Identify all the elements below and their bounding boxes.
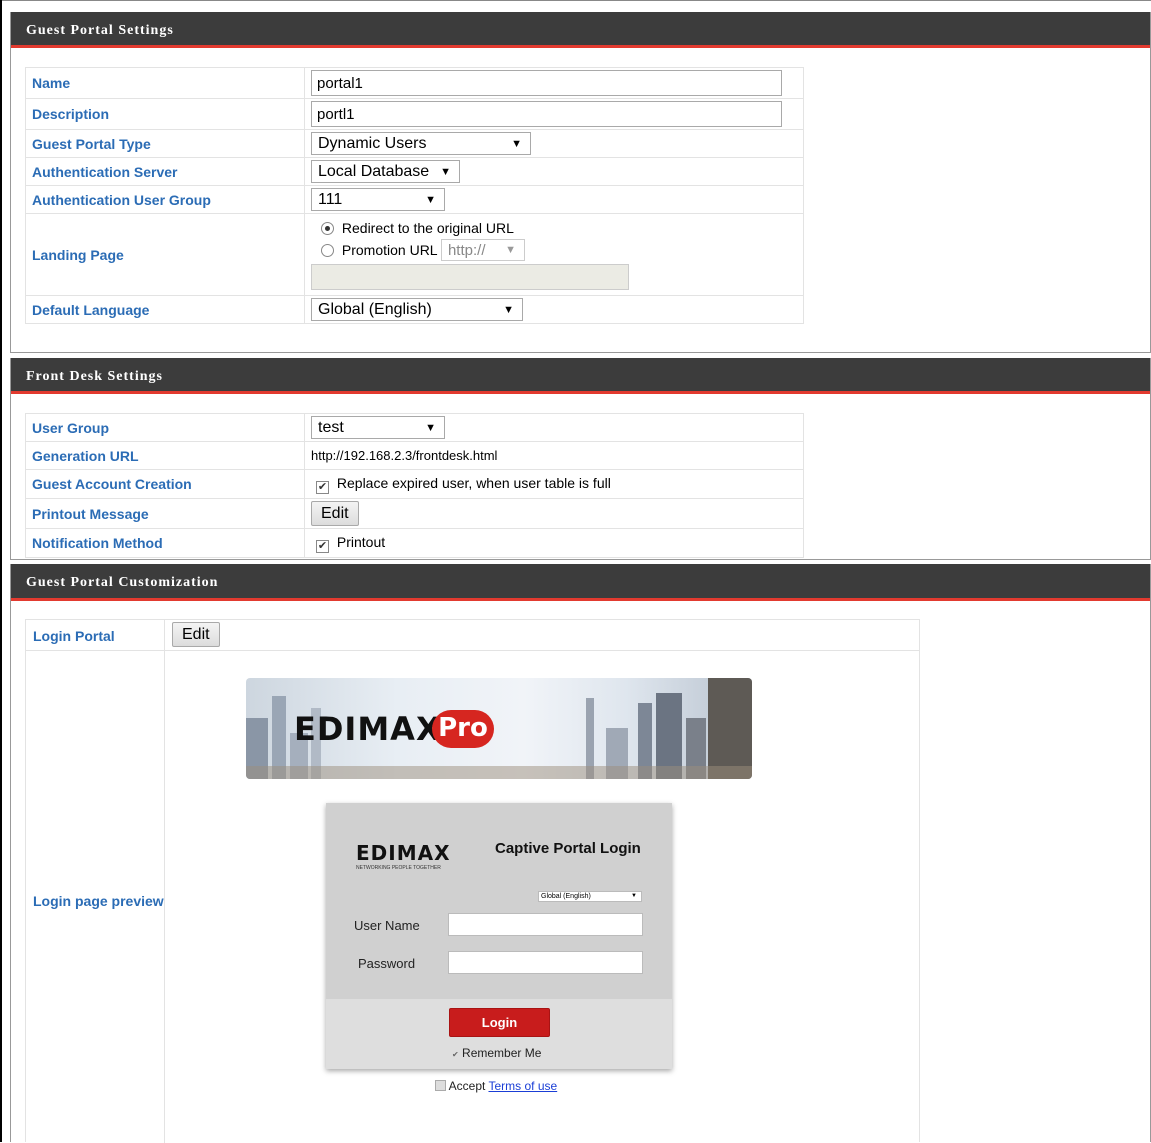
user-group-value: test xyxy=(318,419,344,436)
banner-pro-badge: Pro xyxy=(432,710,494,748)
authentication-user-group-label: Authentication User Group xyxy=(25,185,305,214)
notification-method-row: Notification Method ✔ Printout xyxy=(25,528,804,558)
default-language-label: Default Language xyxy=(25,295,305,324)
description-label: Description xyxy=(25,98,305,130)
user-group-select[interactable]: test ▼ xyxy=(311,416,445,439)
accept-terms-option[interactable]: Accept Terms of use xyxy=(435,1079,557,1093)
name-input[interactable] xyxy=(311,70,782,96)
landing-page-label: Landing Page xyxy=(25,213,305,296)
login-portal-edit-button[interactable]: Edit xyxy=(172,622,220,647)
authentication-user-group-value: 111 xyxy=(318,191,343,208)
description-row: Description xyxy=(25,98,804,130)
generation-url-value: http://192.168.2.3/frontdesk.html xyxy=(304,441,804,470)
authentication-server-select[interactable]: Local Database ▼ xyxy=(311,160,460,183)
printout-label: Printout xyxy=(336,533,386,550)
guest-portal-type-select[interactable]: Dynamic Users ▼ xyxy=(311,132,531,155)
captive-portal-login-box: EDIMAX NETWORKING PEOPLE TOGETHER Captiv… xyxy=(326,803,672,1069)
authentication-server-label: Authentication Server xyxy=(25,157,305,186)
username-input[interactable] xyxy=(448,913,643,936)
chevron-down-icon: ▼ xyxy=(631,893,637,899)
promotion-radio[interactable] xyxy=(321,244,334,257)
promotion-url-input[interactable] xyxy=(311,264,629,290)
remember-me-label: Remember Me xyxy=(462,1046,542,1060)
generation-url-row: Generation URL http://192.168.2.3/frontd… xyxy=(25,441,804,470)
printout-message-edit-button[interactable]: Edit xyxy=(311,501,359,526)
chevron-down-icon: ▼ xyxy=(440,166,451,178)
authentication-server-value: Local Database xyxy=(318,163,430,180)
chevron-down-icon: ▼ xyxy=(503,304,514,316)
redirect-radio[interactable] xyxy=(321,222,334,235)
user-group-row: User Group test ▼ xyxy=(25,413,804,442)
default-language-value: Global (English) xyxy=(318,301,432,318)
name-label: Name xyxy=(25,67,305,99)
section-title: Front Desk Settings xyxy=(11,358,1150,394)
replace-expired-label: Replace expired user, when user table is… xyxy=(336,474,611,491)
authentication-user-group-select[interactable]: 111 ▼ xyxy=(311,188,445,211)
chevron-down-icon: ▼ xyxy=(511,138,522,150)
section-title: Guest Portal Customization xyxy=(11,564,1150,601)
landing-page-row: Landing Page Redirect to the original UR… xyxy=(25,213,804,296)
window-top-border xyxy=(0,0,1151,1)
authentication-server-row: Authentication Server Local Database ▼ xyxy=(25,157,804,186)
section-title: Guest Portal Settings xyxy=(11,12,1150,48)
authentication-user-group-row: Authentication User Group 111 ▼ xyxy=(25,185,804,214)
chevron-down-icon: ▼ xyxy=(425,422,436,434)
username-label: User Name xyxy=(354,918,420,933)
checkbox-checked-icon[interactable]: ✔ xyxy=(316,480,329,494)
redirect-option-label: Redirect to the original URL xyxy=(341,220,514,236)
checkbox-checked-icon[interactable]: ✔ xyxy=(316,539,329,553)
password-label: Password xyxy=(358,956,416,971)
window-left-border xyxy=(0,0,2,1142)
promotion-protocol-select[interactable]: http:// ▼ xyxy=(440,239,525,261)
preview-language-select[interactable]: Global (English) ▼ xyxy=(538,891,642,902)
replace-expired-option[interactable]: ✔ Replace expired user, when user table … xyxy=(316,474,611,494)
description-input[interactable] xyxy=(311,101,782,127)
login-page-preview-label: Login page preview xyxy=(33,893,164,909)
promotion-option[interactable]: Promotion URL http:// ▼ xyxy=(321,239,797,261)
generation-url-label: Generation URL xyxy=(25,441,305,470)
preview-label-cell: Login page preview xyxy=(26,651,165,1143)
guest-portal-customization-section: Guest Portal Customization Login Portal … xyxy=(10,564,1151,1143)
edimax-logo: EDIMAX xyxy=(356,841,451,865)
user-group-label: User Group xyxy=(25,413,305,442)
login-portal-row: Login Portal Edit xyxy=(26,620,919,651)
guest-portal-type-value: Dynamic Users xyxy=(318,135,427,152)
default-language-row: Default Language Global (English) ▼ xyxy=(25,295,804,324)
login-portal-label: Login Portal xyxy=(26,620,165,650)
guest-account-creation-row: Guest Account Creation ✔ Replace expired… xyxy=(25,469,804,499)
redirect-option[interactable]: Redirect to the original URL xyxy=(321,220,797,236)
promotion-option-label: Promotion URL xyxy=(341,242,438,258)
default-language-select[interactable]: Global (English) ▼ xyxy=(311,298,523,321)
edimax-pro-banner: EDIMAX Pro xyxy=(246,678,752,779)
accept-label: Accept xyxy=(448,1079,486,1093)
login-button[interactable]: Login xyxy=(449,1008,550,1037)
printout-message-row: Printout Message Edit xyxy=(25,498,804,529)
printout-option[interactable]: ✔ Printout xyxy=(316,533,386,553)
guest-portal-settings-section: Guest Portal Settings Name Description G… xyxy=(10,12,1151,353)
promotion-protocol-value: http:// xyxy=(447,242,486,259)
guest-portal-settings-table: Name Description Guest Portal Type Dynam… xyxy=(25,67,804,324)
guest-portal-type-label: Guest Portal Type xyxy=(25,129,305,158)
customization-table: Login Portal Edit Login page preview EDI… xyxy=(25,619,920,1143)
printout-message-label: Printout Message xyxy=(25,498,305,529)
front-desk-settings-table: User Group test ▼ Generation URL http://… xyxy=(25,413,804,558)
guest-account-creation-label: Guest Account Creation xyxy=(25,469,305,499)
front-desk-settings-section: Front Desk Settings User Group test ▼ Ge… xyxy=(10,358,1151,560)
preview-language-value: Global (English) xyxy=(541,893,591,900)
guest-portal-type-row: Guest Portal Type Dynamic Users ▼ xyxy=(25,129,804,158)
terms-of-use-link[interactable]: Terms of use xyxy=(488,1079,557,1093)
chevron-down-icon: ▼ xyxy=(425,194,436,206)
checkbox-checked-icon[interactable]: ✔ xyxy=(452,1050,459,1059)
chevron-down-icon: ▼ xyxy=(505,244,516,256)
notification-method-label: Notification Method xyxy=(25,528,305,558)
captive-portal-title: Captive Portal Login xyxy=(495,840,641,857)
name-row: Name xyxy=(25,67,804,99)
banner-brand-text: EDIMAX xyxy=(294,710,442,748)
edimax-logo-tagline: NETWORKING PEOPLE TOGETHER xyxy=(356,865,441,871)
checkbox-icon[interactable] xyxy=(435,1080,446,1091)
remember-me-option[interactable]: ✔ Remember Me xyxy=(452,1046,541,1060)
password-input[interactable] xyxy=(448,951,643,974)
